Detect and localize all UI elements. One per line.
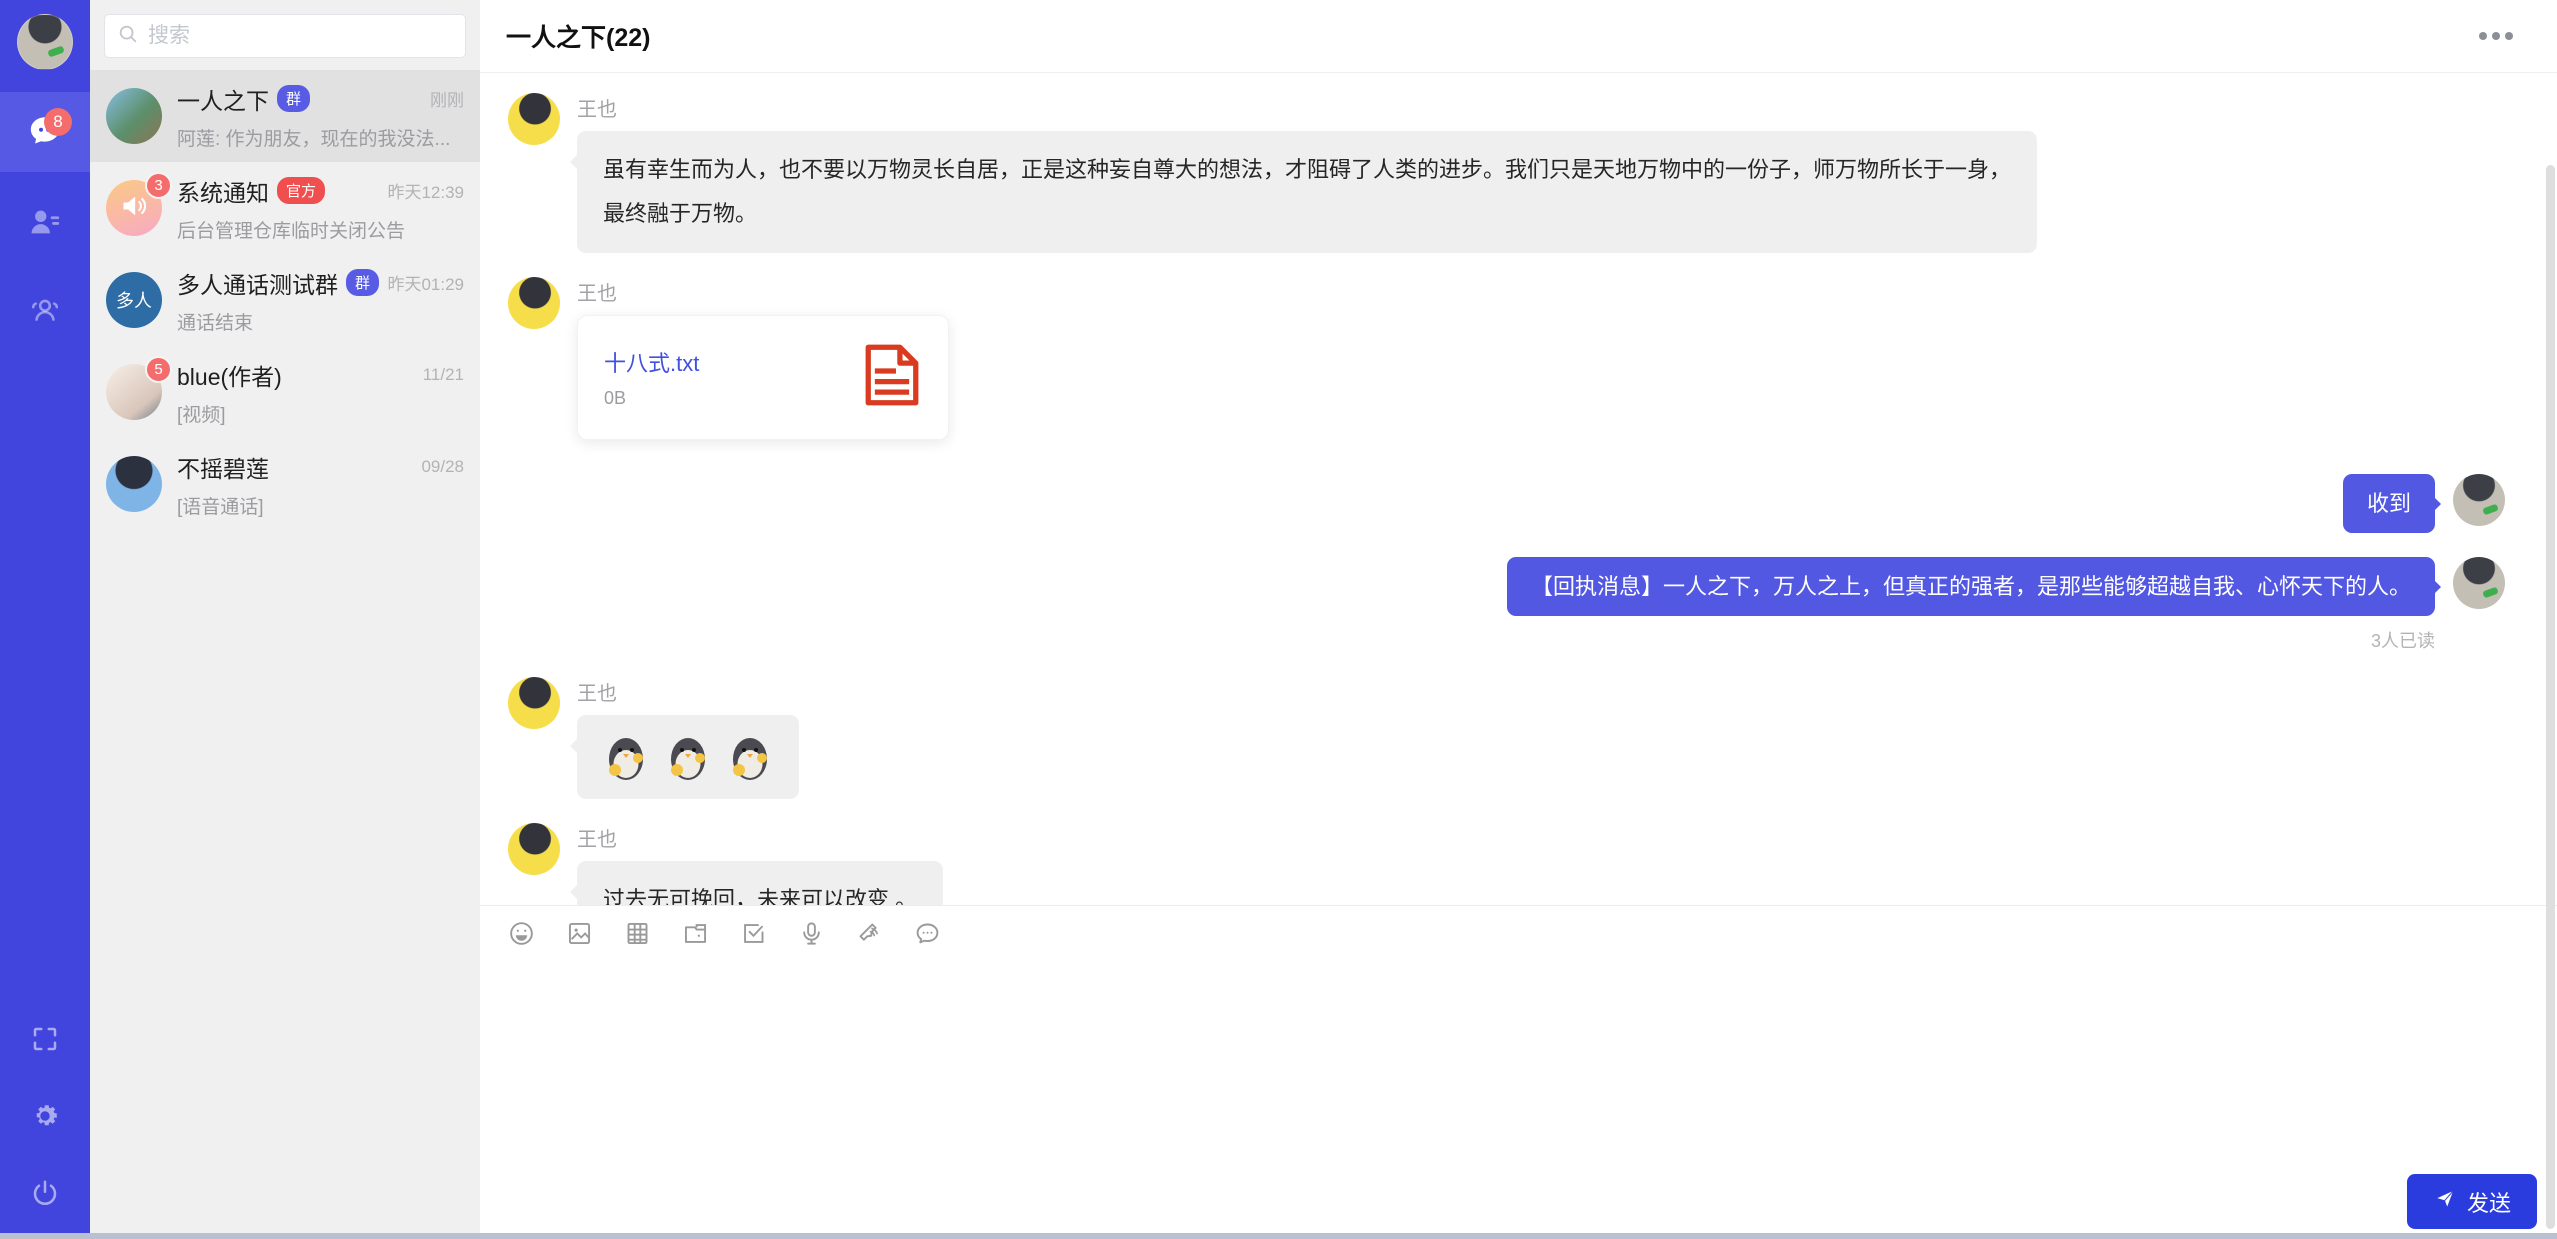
sender-name: 王也 bbox=[577, 93, 2037, 122]
check-square-icon[interactable] bbox=[740, 920, 767, 952]
send-button-label: 发送 bbox=[2467, 1186, 2511, 1218]
message-bubble[interactable]: 过去无可挽回，未来可以改变 。 bbox=[577, 861, 943, 905]
window-bottom-edge bbox=[0, 1233, 2557, 1239]
conversation-avatar bbox=[106, 88, 162, 144]
paper-plane-icon bbox=[2433, 1187, 2457, 1217]
message-row: 王也 十八式.txt 0B bbox=[508, 277, 2505, 440]
official-badge: 官方 bbox=[277, 177, 325, 204]
conversation-avatar: 3 bbox=[106, 180, 162, 236]
message-history-icon[interactable] bbox=[914, 920, 941, 952]
emoji-icon[interactable] bbox=[508, 920, 535, 952]
avatar[interactable] bbox=[508, 277, 560, 329]
message-bubble[interactable]: 收到 bbox=[2343, 474, 2435, 533]
gear-icon[interactable] bbox=[30, 1101, 60, 1136]
conversation-time: 昨天01:29 bbox=[379, 270, 464, 295]
group-badge: 群 bbox=[277, 85, 310, 112]
conversation-preview: 通话结束 bbox=[177, 308, 464, 335]
sender-name: 王也 bbox=[577, 277, 949, 306]
speaker-icon bbox=[120, 192, 148, 225]
search-icon bbox=[117, 23, 139, 50]
scrollbar[interactable] bbox=[2546, 165, 2555, 1229]
file-message-card[interactable]: 十八式.txt 0B bbox=[577, 315, 949, 440]
app-rail: 8 bbox=[0, 0, 90, 1239]
message-row: 【回执消息】一人之下，万人之上，但真正的强者，是那些能够超越自我、心怀天下的人。… bbox=[508, 557, 2505, 653]
message-row: 王也 bbox=[508, 677, 2505, 799]
conversation-avatar: 多人 bbox=[106, 272, 162, 328]
groups-icon bbox=[28, 293, 62, 332]
rail-item-groups[interactable] bbox=[0, 272, 90, 352]
contacts-icon bbox=[28, 205, 62, 244]
image-icon[interactable] bbox=[566, 920, 593, 952]
avatar[interactable] bbox=[508, 823, 560, 875]
unread-badge: 3 bbox=[145, 172, 172, 199]
composer-toolbar bbox=[480, 906, 2557, 958]
conversation-time: 09/28 bbox=[413, 457, 464, 477]
conversation-name: blue(作者) bbox=[177, 358, 282, 392]
fullscreen-icon[interactable] bbox=[30, 1024, 60, 1059]
conversation-item-blue-author[interactable]: 5 blue(作者) 11/21 [视频] bbox=[90, 346, 480, 438]
file-size: 0B bbox=[604, 388, 848, 409]
message-bubble[interactable]: 【回执消息】一人之下，万人之上，但真正的强者，是那些能够超越自我、心怀天下的人。 bbox=[1507, 557, 2435, 616]
conversation-name: 系统通知 bbox=[177, 174, 269, 208]
chat-unread-badge: 8 bbox=[44, 108, 72, 136]
avatar[interactable] bbox=[508, 677, 560, 729]
unread-badge: 5 bbox=[145, 356, 172, 383]
conversation-item-system-notice[interactable]: 3 系统通知 官方 昨天12:39 后台管理仓库临时关闭公告 bbox=[90, 162, 480, 254]
conversation-item-buyaobilian[interactable]: 不摇碧莲 09/28 [语音通话] bbox=[90, 438, 480, 530]
avatar-text: 多人 bbox=[116, 287, 152, 313]
conversation-name: 一人之下 bbox=[177, 82, 269, 116]
grid-icon[interactable] bbox=[624, 920, 651, 952]
message-row: 王也 过去无可挽回，未来可以改变 。 bbox=[508, 823, 2505, 905]
conversation-item-yirenzhixia[interactable]: 一人之下 群 刚刚 阿莲: 作为朋友，现在的我没法... bbox=[90, 70, 480, 162]
group-badge: 群 bbox=[346, 269, 379, 296]
sticker-message-bubble[interactable] bbox=[577, 715, 799, 799]
microphone-icon[interactable] bbox=[798, 920, 825, 952]
conversation-list: 一人之下 群 刚刚 阿莲: 作为朋友，现在的我没法... 3 系统通知 官方 昨… bbox=[90, 70, 480, 1239]
search-input[interactable] bbox=[148, 24, 453, 48]
conversation-name: 不摇碧莲 bbox=[177, 450, 269, 484]
rail-item-chats[interactable]: 8 bbox=[0, 92, 90, 172]
conversation-preview: [视频] bbox=[177, 400, 464, 427]
message-input[interactable] bbox=[508, 962, 2529, 1170]
rail-item-contacts[interactable] bbox=[0, 184, 90, 264]
conversation-preview: 后台管理仓库临时关闭公告 bbox=[177, 216, 464, 243]
conversation-panel: 一人之下 群 刚刚 阿莲: 作为朋友，现在的我没法... 3 系统通知 官方 昨… bbox=[90, 0, 480, 1239]
message-bubble[interactable]: 虽有幸生而为人，也不要以万物灵长自居，正是这种妄自尊大的想法，才阻碍了人类的进步… bbox=[577, 131, 2037, 253]
folder-icon[interactable] bbox=[682, 920, 709, 952]
more-menu-icon[interactable] bbox=[2471, 24, 2521, 48]
composer: 发送 bbox=[480, 905, 2557, 1239]
send-button[interactable]: 发送 bbox=[2407, 1174, 2537, 1229]
avatar[interactable] bbox=[17, 14, 73, 70]
message-row: 王也 虽有幸生而为人，也不要以万物灵长自居，正是这种妄自尊大的想法，才阻碍了人类… bbox=[508, 93, 2505, 253]
penguin-stickers bbox=[603, 732, 773, 782]
avatar[interactable] bbox=[508, 93, 560, 145]
chat-main: 一人之下(22) 王也 虽有幸生而为人，也不要以万物灵长自居，正是这种妄自尊大的… bbox=[480, 0, 2557, 1239]
conversation-avatar bbox=[106, 456, 162, 512]
power-icon[interactable] bbox=[30, 1178, 60, 1213]
conversation-preview: [语音通话] bbox=[177, 492, 464, 519]
phone-icon[interactable] bbox=[856, 920, 883, 952]
conversation-item-multicall-group[interactable]: 多人 多人通话测试群 群 昨天01:29 通话结束 bbox=[90, 254, 480, 346]
file-name[interactable]: 十八式.txt bbox=[604, 346, 848, 378]
conversation-time: 昨天12:39 bbox=[379, 178, 464, 203]
avatar[interactable] bbox=[2453, 557, 2505, 609]
conversation-avatar: 5 bbox=[106, 364, 162, 420]
message-row: 收到 bbox=[508, 474, 2505, 533]
document-icon bbox=[848, 342, 922, 413]
message-area: 王也 虽有幸生而为人，也不要以万物灵长自居，正是这种妄自尊大的想法，才阻碍了人类… bbox=[480, 73, 2557, 905]
conversation-time: 刚刚 bbox=[422, 86, 464, 111]
conversation-preview: 阿莲: 作为朋友，现在的我没法... bbox=[177, 124, 464, 151]
read-receipt: 3人已读 bbox=[2371, 627, 2435, 653]
search-box bbox=[104, 14, 466, 58]
chat-title: 一人之下(22) bbox=[506, 18, 650, 54]
conversation-name: 多人通话测试群 bbox=[177, 266, 338, 300]
sender-name: 王也 bbox=[577, 823, 943, 852]
avatar[interactable] bbox=[2453, 474, 2505, 526]
conversation-time: 11/21 bbox=[415, 365, 464, 385]
sender-name: 王也 bbox=[577, 677, 799, 706]
